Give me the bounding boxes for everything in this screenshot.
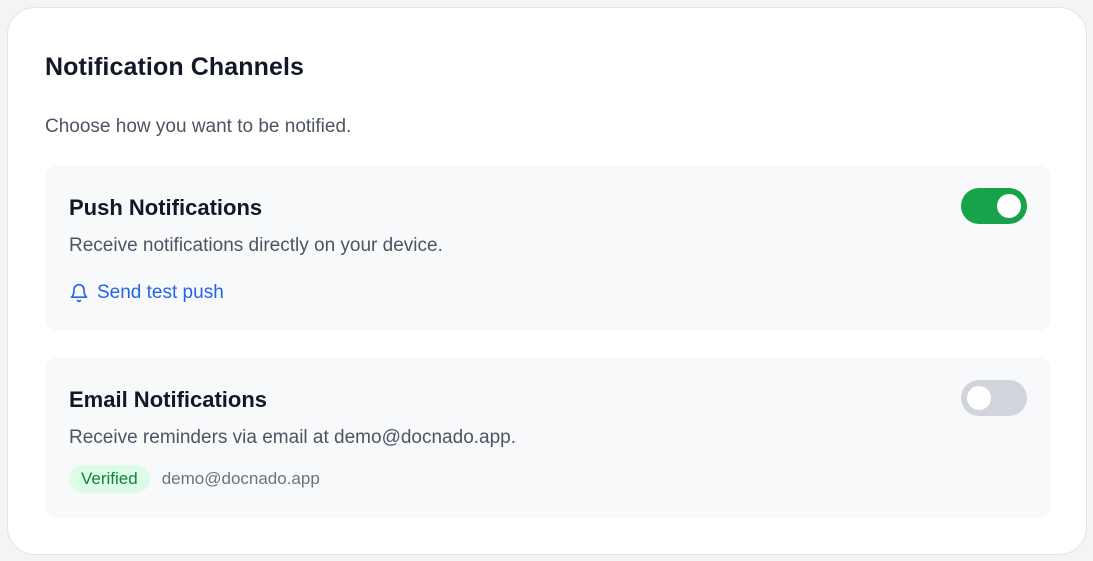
bell-icon [70,283,88,303]
toggle-knob [967,386,991,410]
email-verification-row: Verified demo@docnado.app [69,465,320,493]
push-notifications-description: Receive notifications directly on your d… [69,235,443,256]
toggle-knob [997,194,1021,218]
push-notifications-toggle[interactable] [961,188,1027,224]
verified-badge: Verified [69,465,150,493]
push-notifications-title: Push Notifications [69,195,263,220]
email-notifications-toggle[interactable] [961,380,1027,416]
section-subtitle: Choose how you want to be notified. [45,116,352,137]
email-notifications-title: Email Notifications [69,387,268,412]
verified-email-address: demo@docnado.app [161,469,320,488]
email-notifications-panel: Email Notifications Receive reminders vi… [45,357,1051,518]
section-title: Notification Channels [45,53,305,81]
notification-channels-card: Notification Channels Choose how you wan… [7,7,1087,555]
email-notifications-description: Receive reminders via email at demo@docn… [69,427,517,448]
send-test-push-label: Send test push [97,282,224,303]
send-test-push-link[interactable]: Send test push [69,282,224,304]
push-notifications-panel: Push Notifications Receive notifications… [45,165,1051,331]
